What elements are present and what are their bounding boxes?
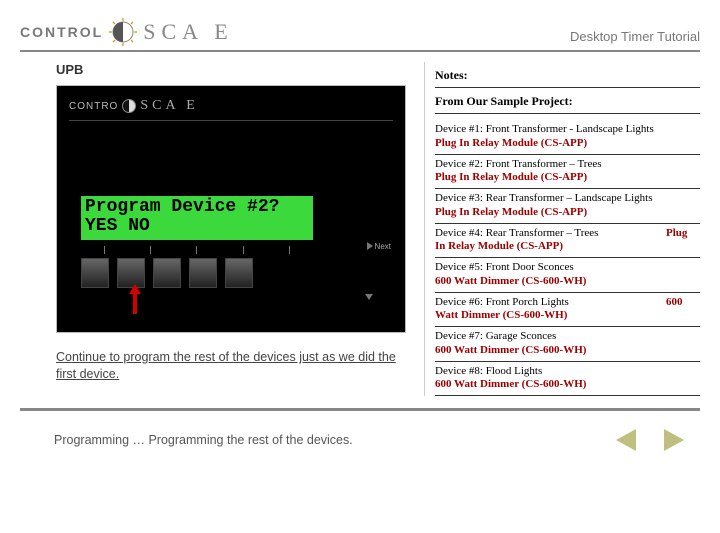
notes-column: Notes: From Our Sample Project: Device #… — [424, 62, 700, 396]
tick-marks — [81, 246, 313, 254]
device-module-ext: Plug — [666, 227, 700, 255]
device-module: Plug In Relay Module (CS-APP) — [435, 171, 700, 185]
device-entry: Device #8: Flood Lights 600 Watt Dimmer … — [435, 362, 700, 397]
tutorial-slide: CONTROL SCA E Desktop Timer Tutorial — [0, 0, 720, 533]
physical-button — [225, 258, 253, 288]
device-module: Plug In Relay Module (CS-APP) — [435, 206, 700, 220]
header-divider — [20, 50, 700, 52]
physical-button — [189, 258, 217, 288]
device-title: Device #6: Front Porch Lights — [435, 296, 658, 310]
device-title: Device #8: Flood Lights — [435, 365, 700, 379]
arrow-right-icon — [367, 242, 373, 250]
brand-logo: CONTROL SCA E — [20, 18, 234, 46]
device-entry: Device #3: Rear Transformer – Landscape … — [435, 189, 700, 224]
page-subtitle: Desktop Timer Tutorial — [570, 29, 700, 46]
device-entry: Device #2: Front Transformer – Trees Plu… — [435, 155, 700, 190]
device-module-ext: 600 — [666, 296, 700, 324]
arrow-down-icon — [365, 294, 373, 300]
device-entry: Device #4: Rear Transformer – Trees In R… — [435, 224, 700, 259]
panel-brand-right: SCA E — [140, 98, 199, 114]
footer: Programming … Programming the rest of th… — [54, 429, 684, 451]
footer-text: Programming … Programming the rest of th… — [54, 433, 353, 447]
instruction-caption: Continue to program the rest of the devi… — [56, 349, 406, 383]
panel-brand-left: CONTRO — [69, 101, 118, 112]
device-entry: Device #7: Garage Sconces 600 Watt Dimme… — [435, 327, 700, 362]
lcd-screen: Program Device #2? YES NO — [81, 196, 313, 240]
button-row — [81, 258, 253, 288]
section-title: UPB — [56, 62, 424, 77]
device-entry: Device #5: Front Door Sconces 600 Watt D… — [435, 258, 700, 293]
lcd-line-1: Program Device #2? — [85, 198, 309, 217]
panel-clock-icon — [122, 99, 136, 113]
brand-text-left: CONTROL — [20, 24, 103, 40]
physical-button — [81, 258, 109, 288]
device-module: 600 Watt Dimmer (CS-600-WH) — [435, 344, 700, 358]
device-panel-screenshot: CONTRO SCA E Program Device #2? YES NO — [56, 85, 406, 333]
left-column: UPB CONTRO SCA E Program Device #2? YES … — [20, 62, 424, 396]
device-entry: Device #6: Front Porch Lights Watt Dimme… — [435, 293, 700, 328]
device-title: Device #1: Front Transformer - Landscape… — [435, 123, 700, 137]
device-module: 600 Watt Dimmer (CS-600-WH) — [435, 275, 700, 289]
device-entry: Device #1: Front Transformer - Landscape… — [435, 120, 700, 155]
notes-subheading: From Our Sample Project: — [435, 94, 700, 114]
panel-divider — [69, 120, 393, 121]
footer-nav — [616, 429, 684, 451]
lcd-line-2: YES NO — [85, 217, 309, 236]
device-module: 600 Watt Dimmer (CS-600-WH) — [435, 378, 700, 392]
device-title: Device #4: Rear Transformer – Trees — [435, 227, 658, 241]
device-title: Device #2: Front Transformer – Trees — [435, 158, 700, 172]
device-title: Device #7: Garage Sconces — [435, 330, 700, 344]
physical-button — [153, 258, 181, 288]
sun-clock-icon — [109, 18, 137, 46]
panel-brand: CONTRO SCA E — [69, 98, 199, 114]
red-pointer-icon — [129, 284, 141, 314]
header: CONTROL SCA E Desktop Timer Tutorial — [20, 18, 700, 46]
device-module: Watt Dimmer (CS-600-WH) — [435, 309, 658, 323]
next-label: Next — [375, 242, 391, 251]
device-module: Plug In Relay Module (CS-APP) — [435, 137, 700, 151]
device-module: In Relay Module (CS-APP) — [435, 240, 658, 254]
device-title: Device #5: Front Door Sconces — [435, 261, 700, 275]
footer-divider — [20, 408, 700, 411]
device-title: Device #3: Rear Transformer – Landscape … — [435, 192, 700, 206]
notes-heading: Notes: — [435, 68, 700, 88]
main-content: UPB CONTRO SCA E Program Device #2? YES … — [20, 62, 700, 396]
prev-slide-button[interactable] — [616, 429, 636, 451]
next-slide-button[interactable] — [664, 429, 684, 451]
brand-text-right: SCA E — [143, 19, 234, 45]
